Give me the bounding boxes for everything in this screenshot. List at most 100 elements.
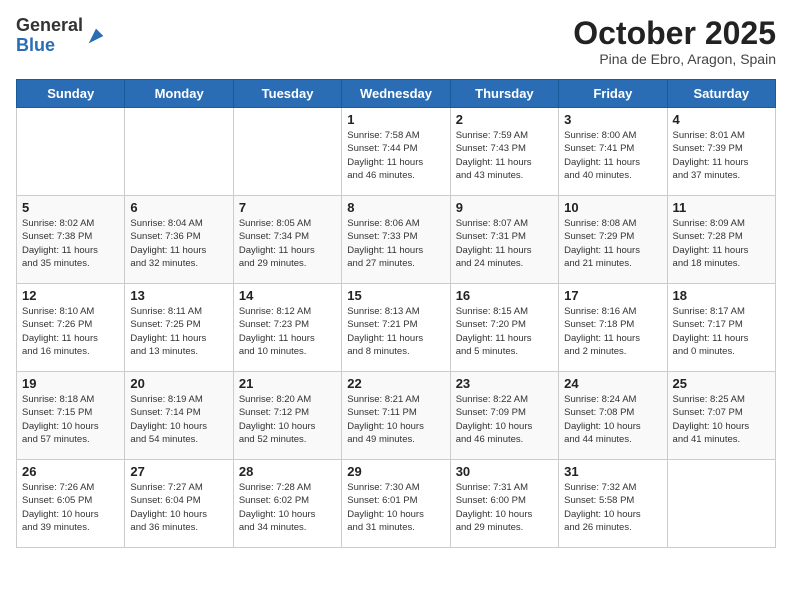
calendar-cell: 23Sunrise: 8:22 AM Sunset: 7:09 PM Dayli… (450, 372, 558, 460)
calendar-week-row: 12 Sunrise: 8:10 AM Sunset: 7:26 PM Dayli… (17, 284, 776, 372)
calendar-cell (125, 108, 233, 196)
calendar-cell: 3 Sunrise: 8:00 AM Sunset: 7:41 PM Daylig… (559, 108, 667, 196)
day-number: 28 (239, 464, 336, 479)
day-info: Sunrise: 8:00 AM Sunset: 7:41 PM Dayligh… (564, 129, 661, 182)
day-number: 25 (673, 376, 770, 391)
calendar-cell: 2 Sunrise: 7:59 AM Sunset: 7:43 PM Daylig… (450, 108, 558, 196)
calendar-cell (17, 108, 125, 196)
day-number: 23 (456, 376, 553, 391)
day-info: Sunrise: 8:07 AM Sunset: 7:31 PM Dayligh… (456, 217, 553, 270)
day-info: Sunrise: 8:13 AM Sunset: 7:21 PM Dayligh… (347, 305, 444, 358)
calendar-cell: 14 Sunrise: 8:12 AM Sunset: 7:23 PM Dayli… (233, 284, 341, 372)
calendar-cell: 27Sunrise: 7:27 AM Sunset: 6:04 PM Dayli… (125, 460, 233, 548)
day-number: 31 (564, 464, 661, 479)
day-number: 20 (130, 376, 227, 391)
page: General Blue October 2025 Pina de Ebro, … (0, 0, 792, 612)
day-number: 12 (22, 288, 119, 303)
calendar-week-row: 19 Sunrise: 8:18 AM Sunset: 7:15 PM Dayli… (17, 372, 776, 460)
calendar-cell: 25 Sunrise: 8:25 AM Sunset: 7:07 PM Dayli… (667, 372, 775, 460)
calendar-cell: 7Sunrise: 8:05 AM Sunset: 7:34 PM Daylig… (233, 196, 341, 284)
weekday-row: SundayMondayTuesdayWednesdayThursdayFrid… (17, 80, 776, 108)
weekday-header: Saturday (667, 80, 775, 108)
day-info: Sunrise: 8:08 AM Sunset: 7:29 PM Dayligh… (564, 217, 661, 270)
day-number: 1 (347, 112, 444, 127)
calendar-week-row: 1 Sunrise: 7:58 AM Sunset: 7:44 PM Daylig… (17, 108, 776, 196)
day-info: Sunrise: 8:21 AM Sunset: 7:11 PM Dayligh… (347, 393, 444, 446)
calendar-cell: 29 Sunrise: 7:30 AM Sunset: 6:01 PM Dayli… (342, 460, 450, 548)
calendar-cell: 30 Sunrise: 7:31 AM Sunset: 6:00 PM Dayli… (450, 460, 558, 548)
calendar-cell: 9Sunrise: 8:07 AM Sunset: 7:31 PM Daylig… (450, 196, 558, 284)
calendar-cell: 8Sunrise: 8:06 AM Sunset: 7:33 PM Daylig… (342, 196, 450, 284)
day-info: Sunrise: 8:04 AM Sunset: 7:36 PM Dayligh… (130, 217, 227, 270)
day-info: Sunrise: 8:11 AM Sunset: 7:25 PM Dayligh… (130, 305, 227, 358)
day-info: Sunrise: 8:15 AM Sunset: 7:20 PM Dayligh… (456, 305, 553, 358)
day-info: Sunrise: 7:58 AM Sunset: 7:44 PM Dayligh… (347, 129, 444, 182)
day-number: 10 (564, 200, 661, 215)
calendar-week-row: 26 Sunrise: 7:26 AM Sunset: 6:05 PM Dayli… (17, 460, 776, 548)
calendar-cell: 12 Sunrise: 8:10 AM Sunset: 7:26 PM Dayli… (17, 284, 125, 372)
calendar-cell: 4Sunrise: 8:01 AM Sunset: 7:39 PM Daylig… (667, 108, 775, 196)
day-info: Sunrise: 8:01 AM Sunset: 7:39 PM Dayligh… (673, 129, 770, 182)
day-info: Sunrise: 8:19 AM Sunset: 7:14 PM Dayligh… (130, 393, 227, 446)
day-number: 21 (239, 376, 336, 391)
calendar-cell: 28Sunrise: 7:28 AM Sunset: 6:02 PM Dayli… (233, 460, 341, 548)
calendar-cell: 16 Sunrise: 8:15 AM Sunset: 7:20 PM Dayli… (450, 284, 558, 372)
calendar-cell: 10 Sunrise: 8:08 AM Sunset: 7:29 PM Dayli… (559, 196, 667, 284)
day-info: Sunrise: 8:24 AM Sunset: 7:08 PM Dayligh… (564, 393, 661, 446)
calendar-cell (667, 460, 775, 548)
logo: General Blue (16, 16, 107, 56)
day-info: Sunrise: 8:12 AM Sunset: 7:23 PM Dayligh… (239, 305, 336, 358)
calendar-cell: 18 Sunrise: 8:17 AM Sunset: 7:17 PM Dayli… (667, 284, 775, 372)
day-info: Sunrise: 7:27 AM Sunset: 6:04 PM Dayligh… (130, 481, 227, 534)
day-number: 13 (130, 288, 227, 303)
day-info: Sunrise: 8:20 AM Sunset: 7:12 PM Dayligh… (239, 393, 336, 446)
weekday-header: Tuesday (233, 80, 341, 108)
logo-icon (85, 25, 107, 47)
calendar-cell: 11 Sunrise: 8:09 AM Sunset: 7:28 PM Dayli… (667, 196, 775, 284)
day-number: 16 (456, 288, 553, 303)
calendar-cell (233, 108, 341, 196)
calendar-cell: 22Sunrise: 8:21 AM Sunset: 7:11 PM Dayli… (342, 372, 450, 460)
day-info: Sunrise: 7:31 AM Sunset: 6:00 PM Dayligh… (456, 481, 553, 534)
day-info: Sunrise: 8:06 AM Sunset: 7:33 PM Dayligh… (347, 217, 444, 270)
calendar-cell: 26 Sunrise: 7:26 AM Sunset: 6:05 PM Dayli… (17, 460, 125, 548)
day-info: Sunrise: 7:26 AM Sunset: 6:05 PM Dayligh… (22, 481, 119, 534)
day-number: 11 (673, 200, 770, 215)
calendar: SundayMondayTuesdayWednesdayThursdayFrid… (16, 79, 776, 548)
day-info: Sunrise: 8:25 AM Sunset: 7:07 PM Dayligh… (673, 393, 770, 446)
day-info: Sunrise: 8:17 AM Sunset: 7:17 PM Dayligh… (673, 305, 770, 358)
calendar-cell: 13 Sunrise: 8:11 AM Sunset: 7:25 PM Dayli… (125, 284, 233, 372)
day-number: 29 (347, 464, 444, 479)
calendar-cell: 5 Sunrise: 8:02 AM Sunset: 7:38 PM Daylig… (17, 196, 125, 284)
calendar-header: SundayMondayTuesdayWednesdayThursdayFrid… (17, 80, 776, 108)
day-info: Sunrise: 8:09 AM Sunset: 7:28 PM Dayligh… (673, 217, 770, 270)
calendar-cell: 17Sunrise: 8:16 AM Sunset: 7:18 PM Dayli… (559, 284, 667, 372)
day-number: 15 (347, 288, 444, 303)
weekday-header: Thursday (450, 80, 558, 108)
day-number: 7 (239, 200, 336, 215)
weekday-header: Sunday (17, 80, 125, 108)
calendar-cell: 24Sunrise: 8:24 AM Sunset: 7:08 PM Dayli… (559, 372, 667, 460)
day-number: 26 (22, 464, 119, 479)
day-number: 2 (456, 112, 553, 127)
day-number: 18 (673, 288, 770, 303)
header: General Blue October 2025 Pina de Ebro, … (16, 16, 776, 67)
day-number: 19 (22, 376, 119, 391)
day-info: Sunrise: 8:10 AM Sunset: 7:26 PM Dayligh… (22, 305, 119, 358)
day-info: Sunrise: 7:30 AM Sunset: 6:01 PM Dayligh… (347, 481, 444, 534)
calendar-body: 1 Sunrise: 7:58 AM Sunset: 7:44 PM Daylig… (17, 108, 776, 548)
calendar-cell: 20 Sunrise: 8:19 AM Sunset: 7:14 PM Dayli… (125, 372, 233, 460)
month-title: October 2025 (573, 16, 776, 51)
calendar-cell: 19 Sunrise: 8:18 AM Sunset: 7:15 PM Dayli… (17, 372, 125, 460)
day-info: Sunrise: 8:18 AM Sunset: 7:15 PM Dayligh… (22, 393, 119, 446)
calendar-cell: 31Sunrise: 7:32 AM Sunset: 5:58 PM Dayli… (559, 460, 667, 548)
day-number: 3 (564, 112, 661, 127)
day-number: 5 (22, 200, 119, 215)
calendar-cell: 1 Sunrise: 7:58 AM Sunset: 7:44 PM Daylig… (342, 108, 450, 196)
weekday-header: Friday (559, 80, 667, 108)
day-info: Sunrise: 8:02 AM Sunset: 7:38 PM Dayligh… (22, 217, 119, 270)
day-number: 30 (456, 464, 553, 479)
weekday-header: Monday (125, 80, 233, 108)
day-info: Sunrise: 7:59 AM Sunset: 7:43 PM Dayligh… (456, 129, 553, 182)
day-number: 14 (239, 288, 336, 303)
